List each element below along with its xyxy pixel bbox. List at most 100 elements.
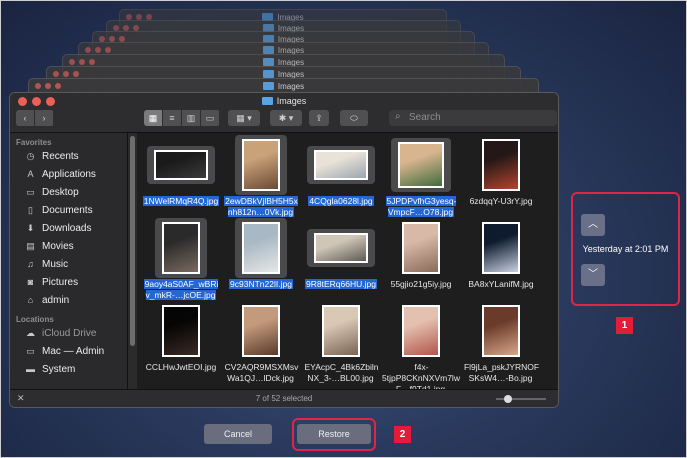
restore-button[interactable]: Restore bbox=[297, 424, 371, 444]
file-name: EYAcpC_4Bk6ZbilnNX_3-…BL00.jpg bbox=[304, 362, 379, 383]
file-item[interactable]: f4x-5tjpP8CKnNXVm7lwF…f9Td1.jpg bbox=[381, 301, 461, 389]
window-title: Images bbox=[10, 96, 558, 106]
list-view-button[interactable]: ≡ bbox=[163, 110, 182, 126]
sidebar-item-music[interactable]: ♫ Music bbox=[10, 255, 127, 273]
file-thumbnail-area bbox=[381, 301, 461, 361]
sidebar-item-label: Music bbox=[42, 258, 69, 270]
file-thumbnail-area bbox=[141, 218, 221, 278]
file-item[interactable]: 9R8tERq66HU.jpg bbox=[301, 218, 381, 290]
close-icon[interactable]: ✕ bbox=[17, 390, 25, 407]
file-name: CV2AQR9MSXMsvWa1QJ…lDck.jpg bbox=[224, 362, 299, 383]
file-thumbnail-area bbox=[381, 218, 461, 278]
search-field[interactable]: ⌕ Search bbox=[389, 110, 557, 126]
favorites-heading: Favorites bbox=[16, 138, 52, 147]
file-item[interactable]: CCLHwJwtEOI.jpg bbox=[141, 301, 221, 373]
gallery-view-button[interactable]: ▭ bbox=[201, 110, 220, 126]
sidebar-item-label: iCloud Drive bbox=[42, 327, 97, 339]
file-item[interactable]: 1NWelRMqR4Q.jpg bbox=[141, 135, 221, 207]
image-thumbnail bbox=[242, 139, 280, 191]
finder-window: Images ‹ › ▦ ≡ ▥ ▭ ▦ ▾ ✱ ▾ ⇪ ⬭ ⌕ Search … bbox=[9, 92, 559, 408]
document-icon: ▯ bbox=[28, 204, 33, 215]
slider-knob[interactable] bbox=[504, 395, 513, 403]
file-thumbnail-area bbox=[301, 135, 381, 195]
image-thumbnail bbox=[482, 139, 520, 191]
file-name: 6zdqqY-U3rY.jpg bbox=[469, 196, 533, 206]
sidebar-item-movies[interactable]: ▤ Movies bbox=[10, 237, 127, 255]
file-name: BA8xYLanifM.jpg bbox=[468, 279, 534, 289]
image-thumbnail bbox=[154, 150, 208, 180]
file-item[interactable]: 9c93NTn22lI.jpg bbox=[221, 218, 301, 290]
image-thumbnail bbox=[402, 222, 440, 274]
tag-button[interactable]: ⬭ bbox=[340, 110, 368, 126]
status-bar: ✕ 7 of 52 selected bbox=[10, 389, 558, 407]
icon-view-button[interactable]: ▦ bbox=[144, 110, 163, 126]
sidebar-item-label: Applications bbox=[42, 168, 96, 180]
camera-icon: ◙ bbox=[27, 277, 34, 287]
disk-icon: ▬ bbox=[26, 364, 35, 374]
file-thumbnail-area bbox=[221, 218, 301, 278]
folder-icon bbox=[261, 97, 273, 105]
sidebar-item-documents[interactable]: ▯ Documents bbox=[10, 201, 127, 219]
icon-size-slider[interactable] bbox=[496, 395, 546, 403]
file-name: 55gjio21g5iy.jpg bbox=[390, 279, 452, 289]
file-thumbnail-area bbox=[221, 301, 301, 361]
favorites-list: ◷ Recents A Applications ▭ Desktop ▯ Documents ⬇… bbox=[10, 147, 127, 309]
sidebar-item-recents[interactable]: ◷ Recents bbox=[10, 147, 127, 165]
file-item[interactable]: 55gjio21g5iy.jpg bbox=[381, 218, 461, 290]
step-badge-2: 2 bbox=[394, 426, 411, 443]
file-name: CCLHwJwtEOI.jpg bbox=[145, 362, 217, 372]
sidebar-item-pictures[interactable]: ◙ Pictures bbox=[10, 273, 127, 291]
file-thumbnail-area bbox=[461, 218, 541, 278]
forward-button[interactable]: › bbox=[35, 110, 54, 126]
sidebar-item-system[interactable]: ▬ System bbox=[10, 360, 127, 378]
selection-count: 7 of 52 selected bbox=[255, 394, 313, 403]
file-item[interactable]: 4CQgla0628l.jpg bbox=[301, 135, 381, 207]
scrollbar-thumb[interactable] bbox=[130, 136, 135, 346]
download-icon: ⬇ bbox=[26, 222, 35, 233]
sidebar-item-label: Movies bbox=[42, 240, 74, 252]
cloud-icon: ☁ bbox=[26, 327, 35, 338]
timeline-up-button[interactable]: ︿ bbox=[581, 214, 605, 236]
file-name: 5JPDPvfhG3yesq-VmpcF…O78.jpg bbox=[385, 196, 457, 217]
sidebar-item-desktop[interactable]: ▭ Desktop bbox=[10, 183, 127, 201]
sidebar-item-applications[interactable]: A Applications bbox=[10, 165, 127, 183]
action-gear-button[interactable]: ✱ ▾ bbox=[270, 110, 302, 126]
file-thumbnail-area bbox=[301, 301, 381, 361]
sidebar-item-admin[interactable]: ⌂ admin bbox=[10, 291, 127, 309]
group-button[interactable]: ▦ ▾ bbox=[228, 110, 260, 126]
image-thumbnail bbox=[402, 305, 440, 357]
sidebar-item-mac-admin[interactable]: ▭ Mac — Admin bbox=[10, 342, 127, 360]
timeline-down-button[interactable]: ﹀ bbox=[581, 264, 605, 286]
sidebar-item-icloud-drive[interactable]: ☁ iCloud Drive bbox=[10, 324, 127, 342]
file-name: 9aoy4aS0AF_wBRiv_mkR-…jcOE.jpg bbox=[143, 279, 219, 300]
sidebar-scrollbar[interactable] bbox=[128, 133, 137, 389]
file-item[interactable]: 6zdqqY-U3rY.jpg bbox=[461, 135, 541, 207]
share-button[interactable]: ⇪ bbox=[309, 110, 329, 126]
file-item[interactable]: 9aoy4aS0AF_wBRiv_mkR-…jcOE.jpg bbox=[141, 218, 221, 301]
back-button[interactable]: ‹ bbox=[16, 110, 35, 126]
file-item[interactable]: 5JPDPvfhG3yesq-VmpcF…O78.jpg bbox=[381, 135, 461, 218]
locations-list: ☁ iCloud Drive ▭ Mac — Admin ▬ System bbox=[10, 324, 127, 378]
file-item[interactable]: 2ewDBkVjlBH5H5xnh812n…0Vk.jpg bbox=[221, 135, 301, 218]
file-item[interactable]: CV2AQR9MSXMsvWa1QJ…lDck.jpg bbox=[221, 301, 301, 384]
sidebar-item-label: Downloads bbox=[42, 222, 92, 234]
file-item[interactable]: BA8xYLanifM.jpg bbox=[461, 218, 541, 290]
view-mode-control: ▦ ≡ ▥ ▭ bbox=[144, 110, 220, 126]
sidebar-item-downloads[interactable]: ⬇ Downloads bbox=[10, 219, 127, 237]
column-view-button[interactable]: ▥ bbox=[182, 110, 201, 126]
laptop-icon: ▭ bbox=[26, 345, 35, 356]
clock-icon: ◷ bbox=[26, 150, 35, 161]
image-thumbnail bbox=[162, 305, 200, 357]
image-thumbnail bbox=[314, 233, 368, 263]
cancel-button[interactable]: Cancel bbox=[204, 424, 272, 444]
sidebar-item-label: Recents bbox=[42, 150, 79, 162]
timeline-panel-highlight: ︿ Yesterday at 2:01 PM ﹀ bbox=[571, 192, 680, 306]
search-placeholder: Search bbox=[409, 112, 441, 123]
image-thumbnail bbox=[322, 305, 360, 357]
file-item[interactable]: Fl9jLa_pskJYRNOFSKsW4…-Bo.jpg bbox=[461, 301, 541, 384]
image-thumbnail bbox=[482, 305, 520, 357]
image-thumbnail bbox=[242, 222, 280, 274]
film-icon: ▤ bbox=[26, 240, 35, 251]
file-thumbnail-area bbox=[301, 218, 381, 278]
file-item[interactable]: EYAcpC_4Bk6ZbilnNX_3-…BL00.jpg bbox=[301, 301, 381, 384]
